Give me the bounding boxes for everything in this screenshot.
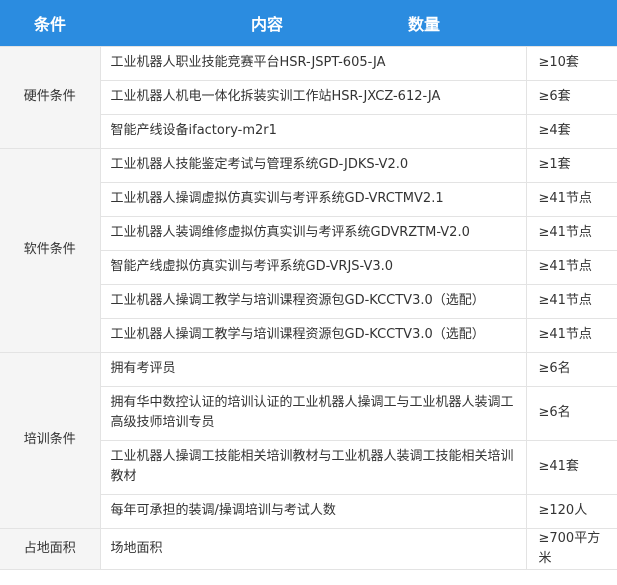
quantity-cell: ≥41节点 xyxy=(525,181,617,217)
quantity-cell: ≥41节点 xyxy=(525,249,617,285)
quantity-cell: ≥6套 xyxy=(525,79,617,115)
quantity-cell: ≥120人 xyxy=(525,493,617,529)
header-row: 条件 内容 数量 xyxy=(0,0,617,46)
header-quantity-label: 数量 xyxy=(408,14,441,34)
content-cell: 工业机器人职业技能竞赛平台HSR-JSPT-605-JA xyxy=(99,45,527,81)
content-cell: 工业机器人操调工教学与培训课程资源包GD-KCCTV3.0（选配） xyxy=(99,317,527,353)
table-row: 培训条件 拥有考评员 ≥6名 xyxy=(0,351,617,529)
table-row: 占地面积 场地面积 ≥700平方米 xyxy=(0,527,617,570)
requirements-table: 条件 内容 数量 硬件条件 工业机器人职业技能竞赛平台HSR-JSPT-605-… xyxy=(0,0,617,570)
category-cell-software: 软件条件 xyxy=(0,147,101,353)
content-cell: 智能产线设备ifactory-m2r1 xyxy=(99,113,527,149)
table-body: 硬件条件 工业机器人职业技能竞赛平台HSR-JSPT-605-JA ≥10套 工… xyxy=(0,45,617,570)
quantity-cell: ≥10套 xyxy=(525,45,617,81)
content-cell: 拥有华中数控认证的培训认证的工业机器人操调工与工业机器人装调工高级技师培训专员 xyxy=(99,385,527,441)
content-cell: 每年可承担的装调/操调培训与考试人数 xyxy=(99,493,527,529)
content-cell: 智能产线虚拟仿真实训与考评系统GD-VRJS-V3.0 xyxy=(99,249,527,285)
table-header: 条件 内容 数量 xyxy=(0,0,617,46)
content-cell: 工业机器人操调虚拟仿真实训与考评系统GD-VRCTMV2.1 xyxy=(99,181,527,217)
content-cell: 工业机器人技能鉴定考试与管理系统GD-JDKS-V2.0 xyxy=(99,147,527,183)
quantity-cell: ≥41节点 xyxy=(525,215,617,251)
category-cell-hardware: 硬件条件 xyxy=(0,45,101,149)
header-content: 内容 xyxy=(251,14,284,34)
category-cell-training: 培训条件 xyxy=(0,351,101,529)
content-cell: 工业机器人操调工技能相关培训教材与工业机器人装调工技能相关培训教材 xyxy=(99,439,527,495)
quantity-cell: ≥41节点 xyxy=(525,283,617,319)
header-quantity: 数量 xyxy=(408,0,617,46)
quantity-cell: ≥6名 xyxy=(525,385,617,441)
content-cell: 工业机器人机电一体化拆装实训工作站HSR-JXCZ-612-JA xyxy=(99,79,527,115)
quantity-cell: ≥41节点 xyxy=(525,317,617,353)
category-cell-area: 占地面积 xyxy=(0,527,101,570)
quantity-cell: ≥700平方米 xyxy=(525,527,617,570)
quantity-cell: ≥4套 xyxy=(525,113,617,149)
quantity-cell: ≥41套 xyxy=(525,439,617,495)
table-row: 软件条件 工业机器人技能鉴定考试与管理系统GD-JDKS-V2.0 ≥1套 xyxy=(0,147,617,353)
content-cell: 工业机器人操调工教学与培训课程资源包GD-KCCTV3.0（选配） xyxy=(99,283,527,319)
header-condition: 条件 xyxy=(33,14,66,34)
table-row: 硬件条件 工业机器人职业技能竞赛平台HSR-JSPT-605-JA ≥10套 xyxy=(0,45,617,149)
quantity-cell: ≥1套 xyxy=(525,147,617,183)
quantity-cell: ≥6名 xyxy=(525,351,617,387)
content-cell: 拥有考评员 xyxy=(99,351,527,387)
content-cell: 场地面积 xyxy=(99,527,527,570)
content-cell: 工业机器人装调维修虚拟仿真实训与考评系统GDVRZTM-V2.0 xyxy=(99,215,527,251)
